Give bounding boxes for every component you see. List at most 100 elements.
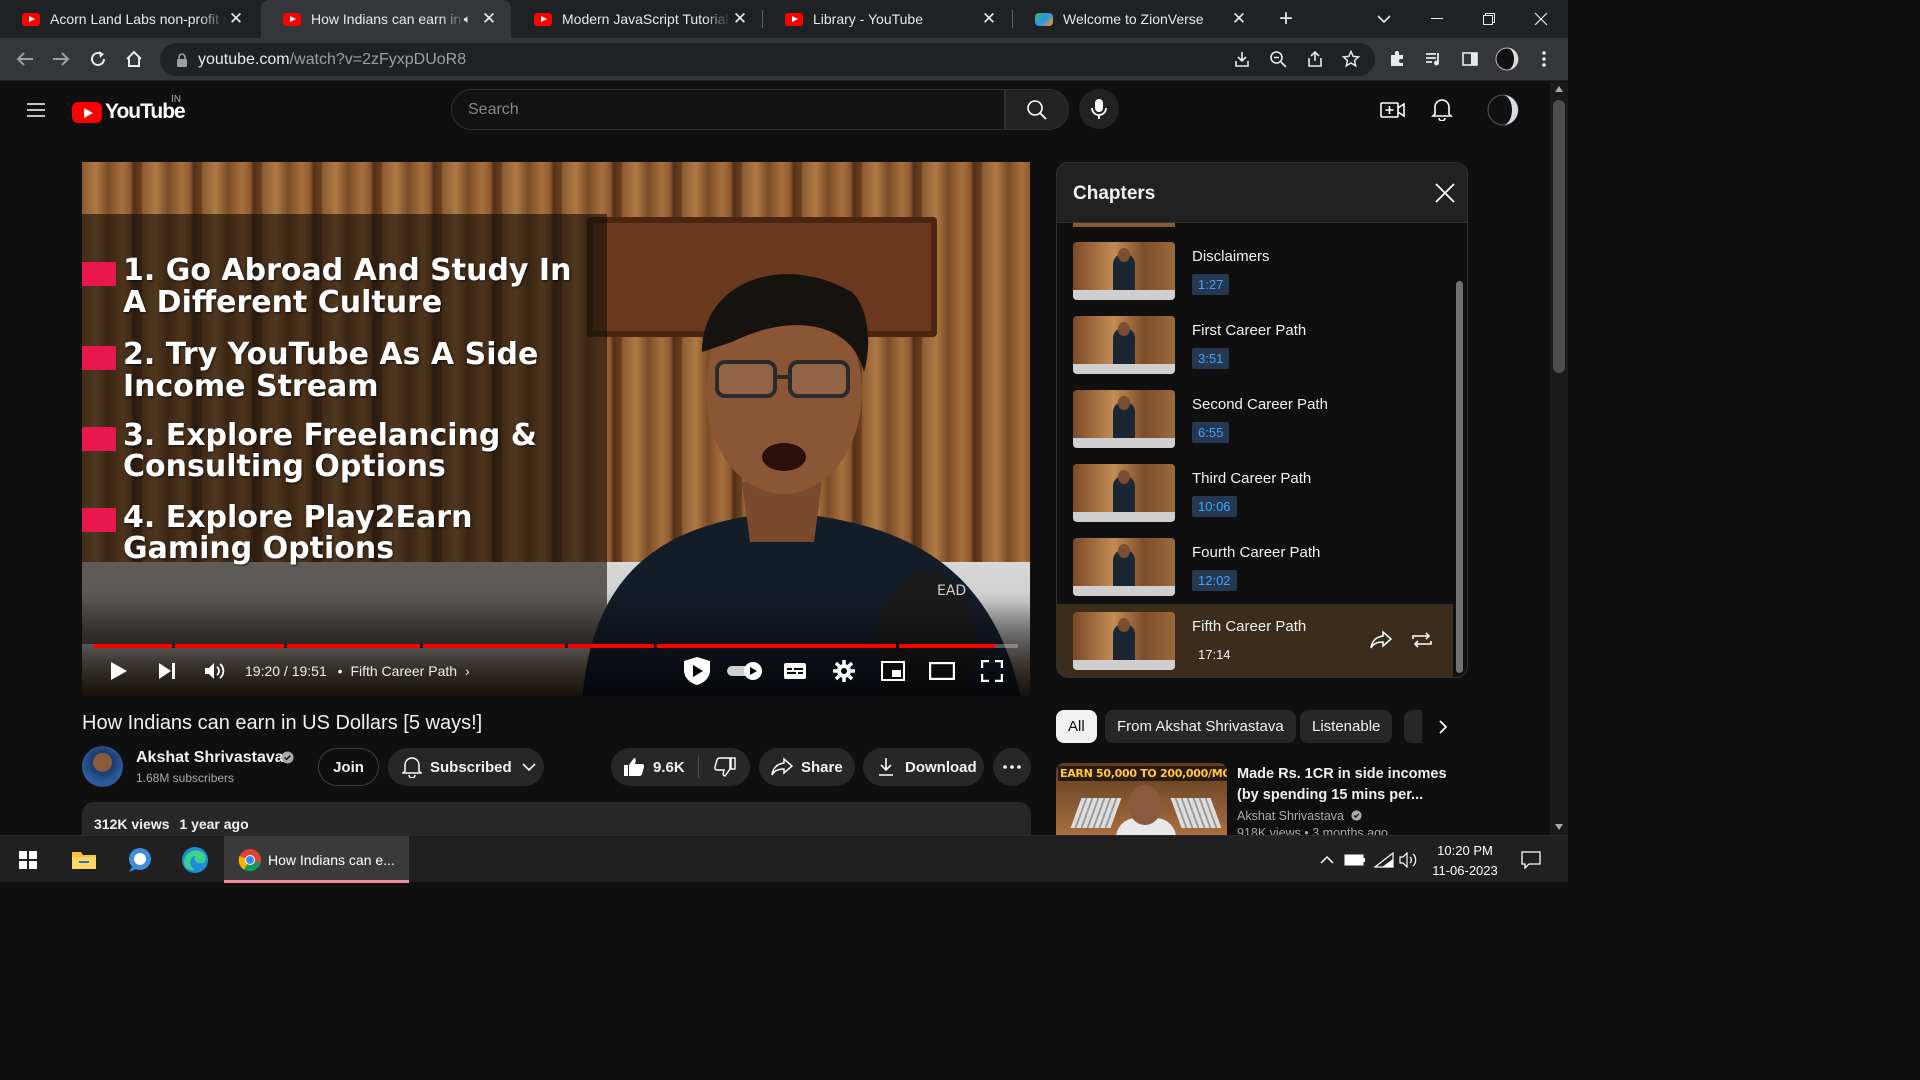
profile-avatar-icon[interactable] (1493, 45, 1521, 73)
current-chapter-button[interactable]: Fifth Career Path (350, 663, 457, 679)
close-tab-icon[interactable]: ✕ (226, 9, 246, 29)
share-chapter-icon[interactable] (1370, 630, 1392, 650)
minimize-window-icon[interactable] (1411, 0, 1463, 38)
miniplayer-button[interactable] (878, 656, 908, 686)
chapter-timestamp[interactable]: 10:06 (1192, 496, 1237, 517)
youtube-logo[interactable]: YouTube IN (72, 94, 186, 124)
search-box[interactable] (451, 89, 1005, 130)
search-button[interactable] (1005, 89, 1069, 130)
forward-icon[interactable] (47, 45, 75, 73)
recommended-video-title[interactable]: Made Rs. 1CR in side incomes (by spendin… (1237, 764, 1457, 806)
settings-button[interactable] (829, 656, 859, 686)
recommended-channel[interactable]: Akshat Shrivastava (1237, 809, 1363, 823)
close-tab-icon[interactable]: ✕ (730, 9, 750, 29)
windows-start-icon[interactable] (6, 836, 50, 883)
browser-menu-icon[interactable] (1530, 45, 1558, 73)
file-explorer-icon[interactable] (62, 836, 106, 883)
search-input[interactable] (468, 100, 1004, 119)
brave-shield-button[interactable] (680, 656, 714, 686)
subscribed-button[interactable]: Subscribed (388, 748, 544, 786)
lock-icon[interactable] (176, 52, 188, 67)
tab-modern-javascript[interactable]: Modern JavaScript Tutorial #1 ✕ (512, 0, 762, 38)
side-panel-icon[interactable] (1456, 45, 1484, 73)
install-app-icon[interactable] (1228, 45, 1256, 73)
tab-zionverse[interactable]: Welcome to ZionVerse ✕ (1013, 0, 1261, 38)
close-tab-icon[interactable]: ✕ (1229, 9, 1249, 29)
new-tab-icon[interactable]: + (1272, 5, 1300, 33)
extensions-icon[interactable] (1383, 45, 1411, 73)
chip-from-channel[interactable]: From Akshat Shrivastava (1105, 710, 1296, 743)
chip-all[interactable]: All (1056, 710, 1097, 743)
chapters-scrollbar[interactable] (1456, 281, 1463, 673)
video-player[interactable]: EAD 1. Go Abroad And Study In A Differen… (82, 162, 1030, 696)
chapter-item-active[interactable]: Fifth Career Path 17:14 (1057, 604, 1453, 677)
home-icon[interactable] (120, 45, 148, 73)
tab-library-youtube[interactable]: Library - YouTube ✕ (763, 0, 1011, 38)
chip-listenable[interactable]: Listenable (1300, 710, 1393, 743)
edge-browser-icon[interactable] (173, 836, 217, 883)
chapter-timestamp[interactable]: 12:02 (1192, 570, 1237, 591)
autoplay-toggle[interactable] (725, 656, 765, 686)
media-control-icon[interactable] (1419, 45, 1447, 73)
join-button[interactable]: Join (318, 748, 379, 786)
zoom-icon[interactable] (1264, 45, 1292, 73)
show-hidden-icons-icon[interactable] (1316, 836, 1338, 883)
scroll-up-arrow-icon[interactable] (1555, 86, 1563, 92)
address-bar[interactable]: youtube.com/watch?v=2zFyxpDUoR8 (160, 43, 1375, 76)
next-button[interactable] (152, 656, 182, 686)
share-page-icon[interactable] (1301, 45, 1329, 73)
hamburger-menu-icon[interactable] (24, 98, 50, 122)
battery-icon[interactable] (1342, 836, 1368, 883)
tab-how-indians-can-earn[interactable]: How Indians can earn in U 🔈︎ ✕ (261, 0, 511, 38)
subtitles-button[interactable] (780, 656, 810, 686)
scrollbar-thumb[interactable] (1553, 100, 1565, 373)
share-button[interactable]: Share (759, 748, 855, 786)
taskbar-chrome-window[interactable]: How Indians can e... (224, 836, 409, 883)
taskbar-clock[interactable]: 10:20 PM 11-06-2023 (1410, 841, 1520, 881)
chips-next-button[interactable] (1425, 710, 1461, 743)
back-icon[interactable] (11, 45, 39, 73)
tab-acorn-land-labs[interactable]: Acorn Land Labs non-profit m ✕ (0, 0, 258, 38)
channel-avatar[interactable] (82, 746, 123, 787)
close-tab-icon[interactable]: ✕ (979, 9, 999, 29)
wifi-icon[interactable] (1371, 836, 1397, 883)
bookmark-star-icon[interactable] (1337, 45, 1365, 73)
notification-center-icon[interactable] (1516, 836, 1546, 883)
mute-button[interactable] (200, 656, 230, 686)
chapter-timestamp[interactable]: 1:27 (1192, 274, 1230, 295)
more-actions-button[interactable] (993, 748, 1031, 786)
scroll-down-arrow-icon[interactable] (1555, 824, 1563, 830)
reload-icon[interactable] (84, 45, 112, 73)
voice-search-button[interactable] (1079, 89, 1119, 129)
account-avatar-icon[interactable] (1487, 94, 1519, 126)
page-scrollbar[interactable] (1550, 82, 1568, 835)
create-video-icon[interactable] (1380, 98, 1406, 122)
theater-mode-button[interactable] (927, 656, 957, 686)
chapter-timestamp[interactable]: 6:55 (1192, 422, 1230, 443)
chapter-timestamp[interactable]: 17:14 (1192, 644, 1237, 665)
chapter-timestamp[interactable]: 3:51 (1192, 348, 1230, 369)
close-tab-icon[interactable]: ✕ (479, 9, 499, 29)
chat-app-icon[interactable] (118, 836, 162, 883)
close-icon[interactable] (1433, 181, 1457, 205)
notifications-bell-icon[interactable] (1431, 97, 1455, 123)
chapter-item[interactable]: First Career Path 3:51 (1057, 308, 1453, 382)
speaker-icon[interactable]: 🔈︎ (464, 12, 471, 27)
chip-partial[interactable] (1404, 710, 1422, 743)
repeat-icon[interactable] (1410, 630, 1434, 650)
restore-window-icon[interactable] (1463, 0, 1515, 38)
like-button[interactable]: 9.6K (611, 748, 697, 786)
chevron-right-icon[interactable]: › (465, 663, 470, 679)
seek-bar[interactable] (94, 644, 1018, 648)
channel-name[interactable]: Akshat Shrivastava (136, 749, 284, 767)
fullscreen-button[interactable] (977, 656, 1007, 686)
chapter-item[interactable]: Fourth Career Path 12:02 (1057, 530, 1453, 604)
chapter-item[interactable]: Third Career Path 10:06 (1057, 456, 1453, 530)
recommended-video-thumbnail[interactable]: EARN 50,000 TO 200,000/MONTH! (1056, 763, 1227, 835)
dislike-button[interactable] (699, 748, 750, 786)
tab-search-icon[interactable] (1358, 0, 1410, 38)
play-button[interactable] (104, 656, 134, 686)
download-button[interactable]: Download (863, 748, 984, 786)
chapter-item[interactable]: Second Career Path 6:55 (1057, 382, 1453, 456)
close-window-icon[interactable] (1515, 0, 1567, 38)
